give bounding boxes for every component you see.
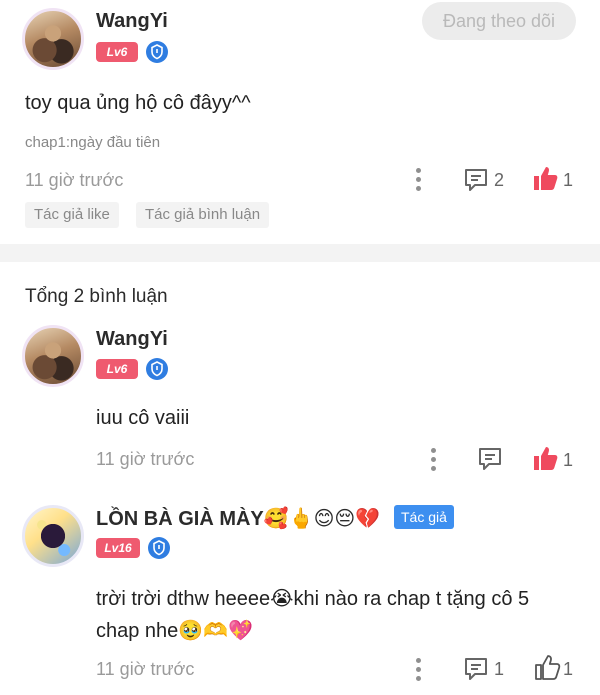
author-commented-tag: Tác giả bình luận (136, 202, 270, 228)
username[interactable]: WangYi (96, 328, 168, 351)
username-text: LỒN BÀ GIÀ MÀY (96, 508, 264, 530)
comment-text: toy qua ủng hộ cô đâyy^^ (25, 92, 251, 114)
following-button[interactable]: Đang theo dõi (422, 2, 576, 40)
section-divider (0, 244, 600, 262)
timestamp: 11 giờ trước (25, 170, 124, 190)
author-liked-tag: Tác giả like (25, 202, 119, 228)
avatar[interactable] (22, 505, 84, 567)
shield-icon (146, 41, 168, 63)
level-badge: Lv16 (96, 538, 140, 558)
avatar[interactable] (22, 325, 84, 387)
thumbs-up-icon[interactable] (532, 653, 562, 688)
more-dots-icon[interactable] (429, 448, 437, 472)
level-badge: Lv6 (96, 42, 138, 62)
chapter-label[interactable]: chap1:ngày đầu tiên (25, 134, 160, 151)
comment-icon[interactable] (476, 445, 504, 478)
author-tag: Tác giả (394, 505, 454, 529)
avatar[interactable] (22, 8, 84, 70)
comment-icon[interactable] (462, 655, 490, 688)
timestamp: 11 giờ trước (96, 449, 195, 469)
reply-count: 2 (494, 170, 505, 190)
level-badge: Lv6 (96, 359, 138, 379)
like-count: 1 (563, 450, 574, 470)
username[interactable]: WangYi (96, 10, 168, 33)
thumbs-up-icon[interactable] (530, 444, 560, 479)
username-emoji: 🥰🖕😊😔💔 (263, 506, 381, 530)
comment-text-line-2: chap nhe🥹🫶💖 (96, 620, 254, 642)
like-count: 1 (563, 170, 574, 190)
comment-icon[interactable] (462, 166, 490, 199)
reply-count: 1 (494, 659, 505, 679)
timestamp: 11 giờ trước (96, 659, 195, 679)
comment-text: iuu cô vaiii (96, 407, 190, 429)
replies-total: Tổng 2 bình luận (25, 286, 168, 307)
thumbs-up-icon[interactable] (530, 164, 560, 199)
comment-text-line-1: trời trời dthw heeee😭khi nào ra chap t t… (96, 588, 530, 610)
username[interactable]: LỒN BÀ GIÀ MÀY🥰🖕😊😔💔 (96, 506, 380, 531)
more-dots-icon[interactable] (414, 168, 422, 192)
shield-icon (148, 537, 170, 559)
like-count: 1 (563, 659, 574, 679)
more-dots-icon[interactable] (414, 658, 422, 682)
shield-icon (146, 358, 168, 380)
